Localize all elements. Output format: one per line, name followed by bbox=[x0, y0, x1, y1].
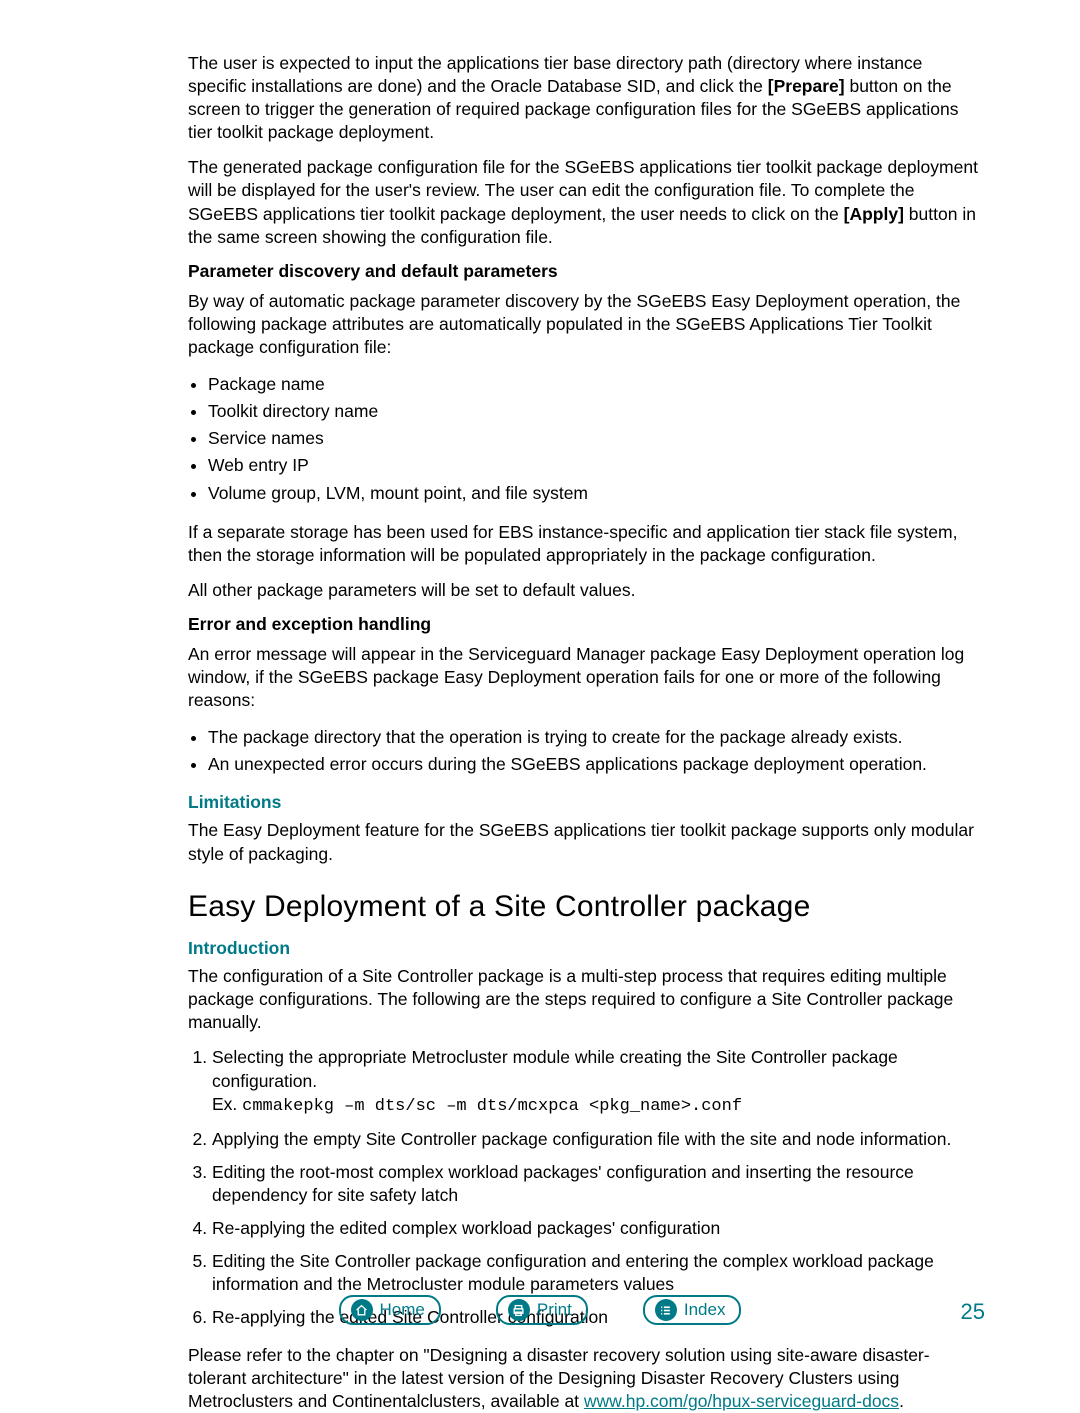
introduction-heading: Introduction bbox=[188, 938, 985, 959]
body-paragraph: If a separate storage has been used for … bbox=[188, 521, 985, 567]
body-paragraph: The configuration of a Site Controller p… bbox=[188, 965, 985, 1034]
error-handling-heading: Error and exception handling bbox=[188, 614, 985, 635]
body-paragraph: The user is expected to input the applic… bbox=[188, 52, 985, 144]
configuration-steps-list: Selecting the appropriate Metrocluster m… bbox=[188, 1046, 985, 1330]
parameter-discovery-heading: Parameter discovery and default paramete… bbox=[188, 261, 985, 282]
page-number: 25 bbox=[961, 1299, 985, 1325]
home-button[interactable]: Home bbox=[339, 1295, 441, 1325]
body-paragraph: The Easy Deployment feature for the SGeE… bbox=[188, 819, 985, 865]
body-paragraph: Please refer to the chapter on "Designin… bbox=[188, 1344, 985, 1413]
list-item: Package name bbox=[208, 371, 985, 398]
list-item: Editing the Site Controller package conf… bbox=[212, 1250, 985, 1297]
body-paragraph: All other package parameters will be set… bbox=[188, 579, 985, 602]
prepare-button-label: [Prepare] bbox=[768, 76, 845, 96]
index-icon bbox=[655, 1299, 677, 1321]
index-button[interactable]: Index bbox=[643, 1295, 742, 1325]
example-label: Ex. bbox=[212, 1094, 242, 1114]
list-item: Web entry IP bbox=[208, 452, 985, 479]
body-paragraph: An error message will appear in the Serv… bbox=[188, 643, 985, 712]
apply-button-label: [Apply] bbox=[844, 204, 904, 224]
print-button[interactable]: Print bbox=[496, 1295, 588, 1325]
body-paragraph: By way of automatic package parameter di… bbox=[188, 290, 985, 359]
step-text: Selecting the appropriate Metrocluster m… bbox=[212, 1047, 898, 1091]
home-icon bbox=[351, 1299, 373, 1321]
example-code: cmmakepkg –m dts/sc –m dts/mcxpca <pkg_n… bbox=[242, 1097, 742, 1116]
list-item: Selecting the appropriate Metrocluster m… bbox=[212, 1046, 985, 1119]
index-label: Index bbox=[684, 1300, 726, 1320]
body-paragraph: The generated package configuration file… bbox=[188, 156, 985, 248]
list-item: Editing the root-most complex workload p… bbox=[212, 1161, 985, 1208]
home-label: Home bbox=[380, 1300, 425, 1320]
list-item: An unexpected error occurs during the SG… bbox=[208, 751, 985, 778]
text: . bbox=[899, 1391, 904, 1411]
print-icon bbox=[508, 1299, 530, 1321]
list-item: Applying the empty Site Controller packa… bbox=[212, 1128, 985, 1152]
list-item: Volume group, LVM, mount point, and file… bbox=[208, 480, 985, 507]
list-item: Toolkit directory name bbox=[208, 398, 985, 425]
list-item: Service names bbox=[208, 425, 985, 452]
document-page: The user is expected to input the applic… bbox=[0, 0, 1080, 1397]
limitations-heading: Limitations bbox=[188, 792, 985, 813]
footer-nav: Home Print Index bbox=[0, 1295, 1080, 1325]
list-item: Re-applying the edited complex workload … bbox=[212, 1217, 985, 1241]
error-bullet-list: The package directory that the operation… bbox=[188, 724, 985, 778]
parameter-bullet-list: Package name Toolkit directory name Serv… bbox=[188, 371, 985, 507]
list-item: The package directory that the operation… bbox=[208, 724, 985, 751]
section-title: Easy Deployment of a Site Controller pac… bbox=[188, 890, 985, 924]
print-label: Print bbox=[537, 1300, 572, 1320]
serviceguard-docs-link[interactable]: www.hp.com/go/hpux-serviceguard-docs bbox=[584, 1391, 899, 1411]
